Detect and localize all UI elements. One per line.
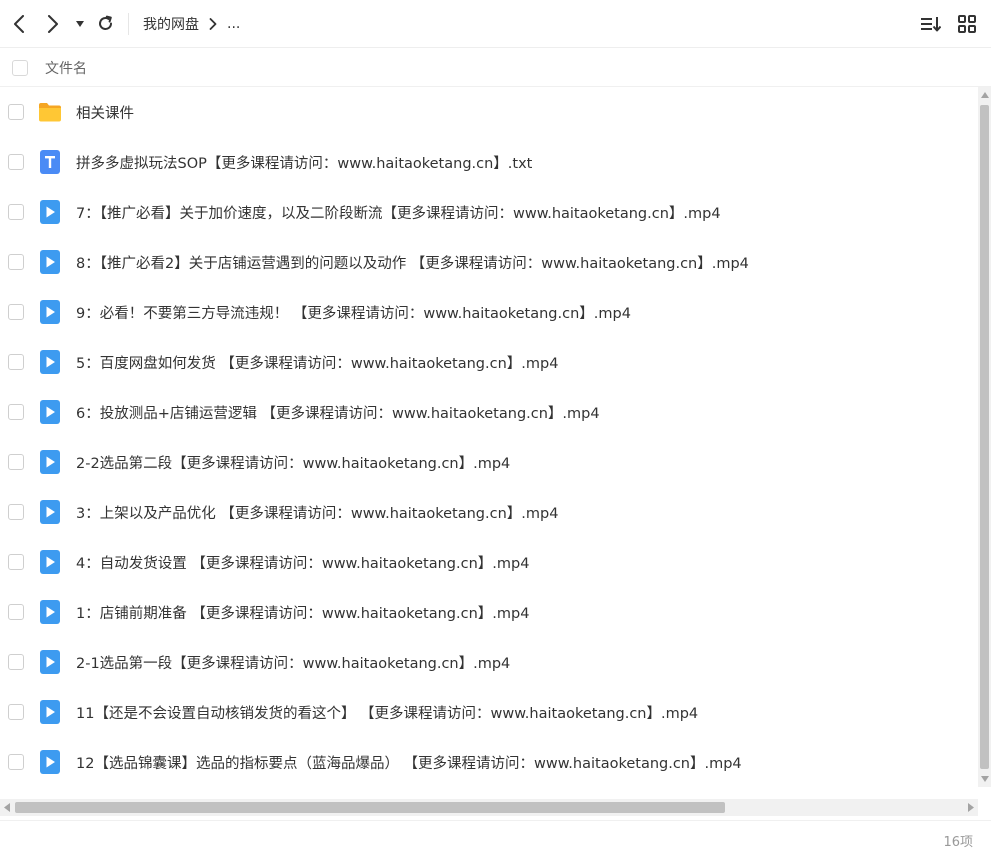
row-checkbox[interactable] xyxy=(8,254,24,270)
row-checkbox[interactable] xyxy=(8,454,24,470)
row-checkbox[interactable] xyxy=(8,154,24,170)
folder-icon xyxy=(38,100,62,124)
list-item[interactable]: 7：【推广必看】关于加价速度，以及二阶段断流【更多课程请访问：www.haita… xyxy=(0,187,978,237)
sort-icon xyxy=(921,17,941,32)
row-checkbox[interactable] xyxy=(8,404,24,420)
chevron-left-icon xyxy=(14,14,24,33)
row-checkbox[interactable] xyxy=(8,354,24,370)
list-item[interactable]: 2-1选品第一段【更多课程请访问：www.haitaoketang.cn】.mp… xyxy=(0,637,978,687)
file-name: 3：上架以及产品优化 【更多课程请访问：www.haitaoketang.cn】… xyxy=(76,505,559,522)
vertical-scrollbar[interactable] xyxy=(978,87,991,787)
list-item[interactable]: 2-2选品第二段【更多课程请访问：www.haitaoketang.cn】.mp… xyxy=(0,437,978,487)
forward-button[interactable] xyxy=(36,0,70,48)
breadcrumb-more[interactable]: ... xyxy=(227,16,240,32)
breadcrumb-root[interactable]: 我的网盘 xyxy=(143,14,199,34)
vertical-scrollbar-thumb[interactable] xyxy=(980,105,989,769)
scroll-down-icon[interactable] xyxy=(978,771,991,787)
file-list-header: 文件名 xyxy=(0,49,991,87)
toolbar-divider xyxy=(128,12,129,35)
grid-view-button[interactable] xyxy=(949,6,985,42)
list-item[interactable]: 4：自动发货设置 【更多课程请访问：www.haitaoketang.cn】.m… xyxy=(0,537,978,587)
video-file-icon xyxy=(38,700,62,724)
video-file-icon xyxy=(38,450,62,474)
video-file-icon xyxy=(38,600,62,624)
row-checkbox[interactable] xyxy=(8,704,24,720)
file-name: 2-1选品第一段【更多课程请访问：www.haitaoketang.cn】.mp… xyxy=(76,655,511,672)
video-file-icon xyxy=(38,750,62,774)
chevron-right-icon xyxy=(48,14,58,33)
name-column-header[interactable]: 文件名 xyxy=(45,58,87,78)
back-button[interactable] xyxy=(2,0,36,48)
sort-button[interactable] xyxy=(913,6,949,42)
list-item[interactable]: 6：投放测品+店铺运营逻辑 【更多课程请访问：www.haitaoketang.… xyxy=(0,387,978,437)
video-file-icon xyxy=(38,350,62,374)
refresh-icon xyxy=(98,15,112,30)
history-dropdown-button[interactable] xyxy=(70,0,90,48)
row-checkbox[interactable] xyxy=(8,304,24,320)
list-item[interactable]: 相关课件 xyxy=(0,87,978,137)
file-list: 相关课件拼多多虚拟玩法SOP【更多课程请访问：www.haitaoketang.… xyxy=(0,87,978,787)
video-file-icon xyxy=(38,650,62,674)
row-checkbox[interactable] xyxy=(8,604,24,620)
refresh-button[interactable] xyxy=(90,0,120,48)
grid-view-icon xyxy=(958,15,976,33)
list-item[interactable]: 11【还是不会设置自动核销发货的看这个】 【更多课程请访问：www.haitao… xyxy=(0,687,978,737)
list-item[interactable]: 1：店铺前期准备 【更多课程请访问：www.haitaoketang.cn】.m… xyxy=(0,587,978,637)
row-checkbox[interactable] xyxy=(8,504,24,520)
file-name: 7：【推广必看】关于加价速度，以及二阶段断流【更多课程请访问：www.haita… xyxy=(76,205,721,222)
row-checkbox[interactable] xyxy=(8,554,24,570)
file-name: 1：店铺前期准备 【更多课程请访问：www.haitaoketang.cn】.m… xyxy=(76,605,530,622)
file-name: 6：投放测品+店铺运营逻辑 【更多课程请访问：www.haitaoketang.… xyxy=(76,405,600,422)
file-name: 2-2选品第二段【更多课程请访问：www.haitaoketang.cn】.mp… xyxy=(76,455,511,472)
file-name: 12【选品锦囊课】选品的指标要点（蓝海品爆品） 【更多课程请访问：www.hai… xyxy=(76,755,742,772)
file-name: 11【还是不会设置自动核销发货的看这个】 【更多课程请访问：www.haitao… xyxy=(76,705,699,722)
breadcrumb-separator-icon xyxy=(209,17,217,30)
list-item[interactable]: 12【选品锦囊课】选品的指标要点（蓝海品爆品） 【更多课程请访问：www.hai… xyxy=(0,737,978,787)
file-name: 9：必看！不要第三方导流违规！ 【更多课程请访问：www.haitaoketan… xyxy=(76,305,631,322)
file-name: 4：自动发货设置 【更多课程请访问：www.haitaoketang.cn】.m… xyxy=(76,555,530,572)
text-file-icon xyxy=(38,150,62,174)
item-count: 16项 xyxy=(943,835,973,850)
file-name: 相关课件 xyxy=(76,105,134,122)
toolbar: 我的网盘 ... xyxy=(0,0,991,48)
video-file-icon xyxy=(38,200,62,224)
list-item[interactable]: 8：【推广必看2】关于店铺运营遇到的问题以及动作 【更多课程请访问：www.ha… xyxy=(0,237,978,287)
row-checkbox[interactable] xyxy=(8,754,24,770)
video-file-icon xyxy=(38,550,62,574)
video-file-icon xyxy=(38,250,62,274)
horizontal-scrollbar[interactable] xyxy=(0,799,978,816)
scroll-left-icon[interactable] xyxy=(0,799,14,816)
video-file-icon xyxy=(38,400,62,424)
scroll-right-icon[interactable] xyxy=(964,799,978,816)
video-file-icon xyxy=(38,500,62,524)
video-file-icon xyxy=(38,300,62,324)
status-bar: 16项 xyxy=(0,820,991,851)
list-item[interactable]: 9：必看！不要第三方导流违规！ 【更多课程请访问：www.haitaoketan… xyxy=(0,287,978,337)
caret-down-icon xyxy=(76,20,84,27)
row-checkbox[interactable] xyxy=(8,654,24,670)
file-name: 5：百度网盘如何发货 【更多课程请访问：www.haitaoketang.cn】… xyxy=(76,355,559,372)
select-all-checkbox[interactable] xyxy=(12,59,28,76)
toolbar-right-actions xyxy=(913,0,985,48)
file-name: 8：【推广必看2】关于店铺运营遇到的问题以及动作 【更多课程请访问：www.ha… xyxy=(76,255,749,272)
list-item[interactable]: 3：上架以及产品优化 【更多课程请访问：www.haitaoketang.cn】… xyxy=(0,487,978,537)
row-checkbox[interactable] xyxy=(8,204,24,220)
list-item[interactable]: 5：百度网盘如何发货 【更多课程请访问：www.haitaoketang.cn】… xyxy=(0,337,978,387)
breadcrumb: 我的网盘 ... xyxy=(143,14,240,34)
file-name: 拼多多虚拟玩法SOP【更多课程请访问：www.haitaoketang.cn】.… xyxy=(76,155,533,172)
list-item[interactable]: 拼多多虚拟玩法SOP【更多课程请访问：www.haitaoketang.cn】.… xyxy=(0,137,978,187)
row-checkbox[interactable] xyxy=(8,104,24,120)
horizontal-scrollbar-thumb[interactable] xyxy=(15,802,725,813)
scroll-up-icon[interactable] xyxy=(978,87,991,103)
